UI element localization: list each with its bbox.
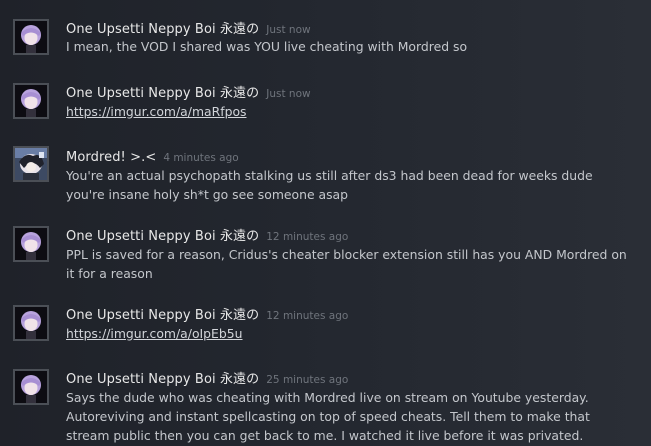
comment-author[interactable]: One Upsetti Neppy Boi 永遠の <box>66 229 259 244</box>
comment-timestamp: 12 minutes ago <box>266 231 349 243</box>
anime-character-avatar-icon <box>15 148 47 180</box>
avatar[interactable] <box>13 305 49 341</box>
comment-timestamp: 12 minutes ago <box>266 310 349 322</box>
comment-text: Says the dude who was cheating with Mord… <box>66 388 641 445</box>
comment-timestamp: 4 minutes ago <box>163 152 239 164</box>
avatar[interactable] <box>13 146 49 182</box>
avatar[interactable] <box>13 226 49 262</box>
comment-text-line: PPL is saved for a reason, Cridus's chea… <box>66 247 627 262</box>
purple-hair-avatar-icon <box>15 85 47 117</box>
comment-text: https://imgur.com/a/maRfpos <box>66 102 641 121</box>
comment-timestamp: 25 minutes ago <box>266 374 349 386</box>
purple-hair-avatar-icon <box>15 21 47 53</box>
comment-text: I mean, the VOD I shared was YOU live ch… <box>66 37 641 56</box>
avatar[interactable] <box>13 19 49 55</box>
comment-text-line: You're an actual psychopath stalking us … <box>66 168 593 183</box>
comment-author[interactable]: One Upsetti Neppy Boi 永遠の <box>66 86 259 101</box>
comment-author[interactable]: One Upsetti Neppy Boi 永遠の <box>66 22 259 37</box>
comment-link[interactable]: https://imgur.com/a/oIpEb5u <box>66 326 242 341</box>
comment-link[interactable]: https://imgur.com/a/maRfpos <box>66 104 246 119</box>
purple-hair-avatar-icon <box>15 307 47 339</box>
comment-text: https://imgur.com/a/oIpEb5u <box>66 324 641 343</box>
comment-timestamp: Just now <box>266 88 311 100</box>
comment-timestamp: Just now <box>266 24 311 36</box>
comment-author[interactable]: One Upsetti Neppy Boi 永遠の <box>66 372 259 387</box>
comment-text-line: Says the dude who was cheating with Mord… <box>66 390 589 405</box>
comment-text-line: stream public then you can get back to m… <box>66 428 584 443</box>
comment-author[interactable]: Mordred! >.< <box>66 150 156 165</box>
purple-hair-avatar-icon <box>15 371 47 403</box>
avatar[interactable] <box>13 83 49 119</box>
comment-text-line: it for a reason <box>66 266 153 281</box>
purple-hair-avatar-icon <box>15 228 47 260</box>
comment-text-line: I mean, the VOD I shared was YOU live ch… <box>66 39 468 54</box>
comment-author[interactable]: One Upsetti Neppy Boi 永遠の <box>66 308 259 323</box>
comment-text: PPL is saved for a reason, Cridus's chea… <box>66 245 641 283</box>
comment-text-line: you're insane holy sh*t go see someone a… <box>66 187 349 202</box>
comment-text: You're an actual psychopath stalking us … <box>66 166 641 204</box>
avatar[interactable] <box>13 369 49 405</box>
comment-text-line: Autoreviving and instant spellcasting on… <box>66 409 590 424</box>
